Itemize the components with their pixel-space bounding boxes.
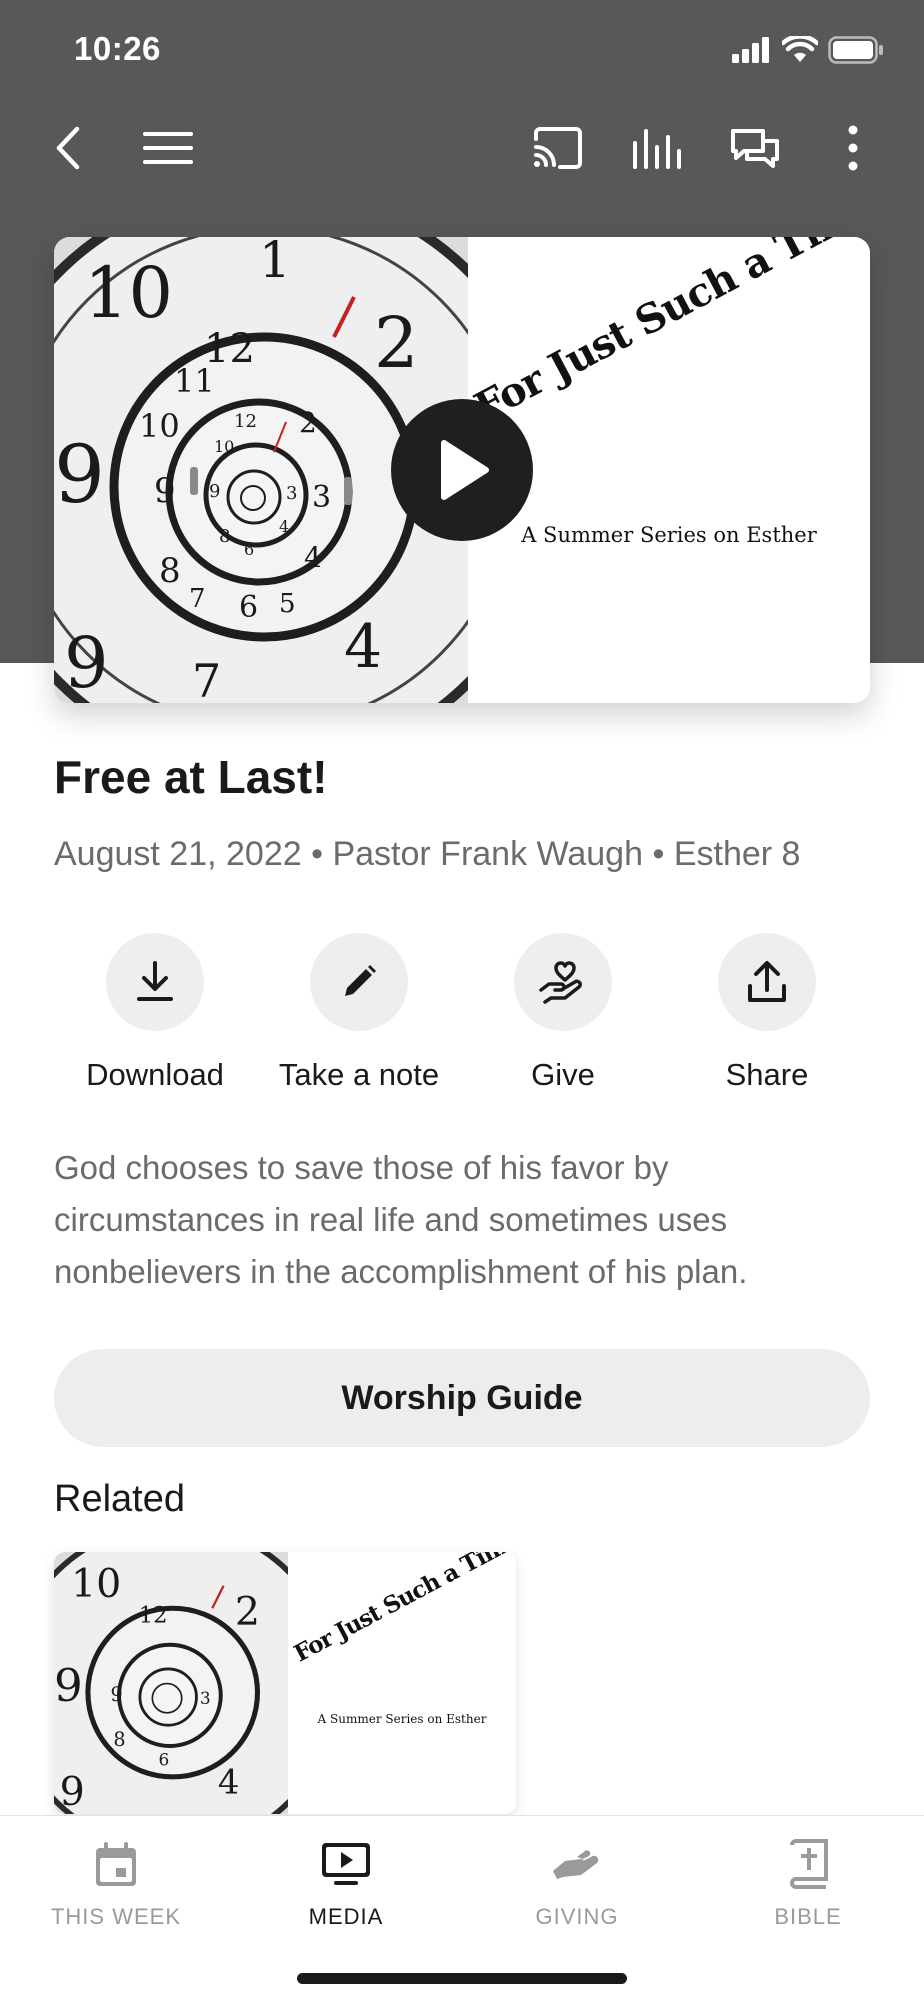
sermon-speaker: Pastor Frank Waugh bbox=[332, 835, 644, 873]
svg-text:4: 4 bbox=[344, 612, 382, 682]
svg-text:12: 12 bbox=[234, 411, 257, 432]
sermon-date: August 21, 2022 bbox=[54, 835, 302, 873]
svg-text:9: 9 bbox=[111, 1683, 123, 1706]
hand-heart-icon bbox=[539, 961, 582, 1004]
svg-text:9: 9 bbox=[60, 1769, 85, 1814]
menu-button[interactable] bbox=[130, 110, 206, 186]
sermon-media-card[interactable]: 10 9 9 7 4 2 1 12 11 10 9 8 7 6 5 4 3 2 … bbox=[54, 237, 870, 703]
series-title: For Just Such a Time as This! bbox=[466, 237, 870, 432]
giving-hand-icon bbox=[553, 1850, 599, 1879]
download-icon bbox=[137, 961, 173, 1001]
tab-label: MEDIA bbox=[308, 1904, 384, 1929]
more-button[interactable] bbox=[815, 110, 891, 186]
svg-text:7: 7 bbox=[189, 584, 206, 614]
spiral-clock-thumbnail: 10 9 9 4 2 12 9 8 6 3 bbox=[54, 1552, 288, 1814]
svg-text:9: 9 bbox=[209, 481, 220, 502]
svg-text:1: 1 bbox=[259, 237, 291, 289]
svg-text:9: 9 bbox=[154, 471, 176, 511]
download-label: Download bbox=[86, 1057, 224, 1092]
tab-bible[interactable]: BIBLE bbox=[708, 1836, 908, 1930]
battery-icon bbox=[828, 36, 883, 64]
take-note-button[interactable]: Take a note bbox=[259, 933, 459, 1093]
svg-text:8: 8 bbox=[113, 1728, 125, 1751]
tab-this-week[interactable]: THIS WEEK bbox=[16, 1836, 216, 1930]
tab-media[interactable]: MEDIA bbox=[246, 1836, 446, 1930]
svg-text:12: 12 bbox=[139, 1602, 168, 1628]
related-series-subtitle: A Summer Series on Esther bbox=[317, 1712, 487, 1726]
meta-separator: • bbox=[311, 835, 324, 873]
related-series-art: For Just Such a Time as This! A Summer S… bbox=[288, 1552, 516, 1814]
top-toolbar bbox=[0, 110, 924, 186]
audio-bars-icon bbox=[633, 129, 681, 169]
svg-text:7: 7 bbox=[192, 654, 221, 703]
worship-guide-button[interactable]: Worship Guide bbox=[54, 1349, 870, 1447]
svg-text:6: 6 bbox=[239, 590, 258, 625]
chevron-left-icon bbox=[56, 126, 80, 170]
cast-button[interactable] bbox=[520, 110, 596, 186]
audio-button[interactable] bbox=[619, 110, 695, 186]
svg-text:3: 3 bbox=[286, 483, 297, 504]
sermon-description: God chooses to save those of his favor b… bbox=[54, 1149, 748, 1290]
related-series-title: For Just Such a Time as This! bbox=[289, 1552, 516, 1668]
svg-text:2: 2 bbox=[299, 406, 317, 439]
take-note-label: Take a note bbox=[278, 1057, 440, 1092]
svg-text:8: 8 bbox=[159, 551, 181, 591]
share-label: Share bbox=[725, 1057, 809, 1092]
tab-label: THIS WEEK bbox=[50, 1904, 181, 1929]
bible-icon bbox=[790, 1839, 828, 1889]
more-vertical-icon bbox=[848, 125, 858, 171]
tab-label: GIVING bbox=[535, 1904, 619, 1929]
svg-text:9: 9 bbox=[54, 428, 105, 521]
status-bar: 10:26 bbox=[0, 0, 924, 100]
sermon-title: Free at Last! bbox=[54, 751, 328, 803]
give-button[interactable]: Give bbox=[463, 933, 663, 1093]
meta-separator: • bbox=[652, 835, 665, 873]
give-label: Give bbox=[531, 1057, 595, 1092]
tab-giving[interactable]: GIVING bbox=[477, 1836, 677, 1930]
share-button[interactable]: Share bbox=[667, 933, 867, 1093]
svg-text:9: 9 bbox=[54, 1659, 83, 1712]
svg-text:4: 4 bbox=[279, 517, 289, 536]
svg-text:10: 10 bbox=[214, 437, 234, 456]
series-subtitle: A Summer Series on Esther bbox=[521, 523, 817, 547]
wifi-icon bbox=[782, 36, 818, 62]
status-icons bbox=[732, 36, 884, 64]
svg-text:2: 2 bbox=[374, 302, 419, 384]
svg-text:6: 6 bbox=[244, 540, 254, 559]
svg-text:4: 4 bbox=[304, 541, 322, 574]
related-heading: Related bbox=[54, 1478, 185, 1520]
home-indicator bbox=[297, 1973, 627, 1984]
status-time: 10:26 bbox=[74, 30, 161, 67]
chat-bubbles-icon bbox=[731, 129, 779, 168]
calendar-icon bbox=[96, 1842, 136, 1886]
svg-text:2: 2 bbox=[235, 1589, 260, 1635]
svg-text:10: 10 bbox=[84, 252, 173, 334]
related-item[interactable]: 10 9 9 4 2 12 9 8 6 3 For Just Such a Ti… bbox=[54, 1552, 516, 1814]
sermon-meta: August 21, 2022 • Pastor Frank Waugh • E… bbox=[54, 835, 800, 874]
svg-text:10: 10 bbox=[71, 1561, 121, 1607]
cast-icon bbox=[534, 127, 582, 169]
pencil-icon bbox=[345, 965, 376, 996]
hamburger-icon bbox=[143, 132, 193, 164]
svg-text:11: 11 bbox=[174, 362, 215, 400]
svg-text:5: 5 bbox=[279, 589, 296, 619]
svg-text:9: 9 bbox=[64, 622, 109, 703]
cellular-signal-icon bbox=[732, 37, 769, 63]
tv-play-icon bbox=[322, 1843, 370, 1885]
share-icon bbox=[748, 961, 786, 1002]
chat-button[interactable] bbox=[717, 110, 793, 186]
svg-text:3: 3 bbox=[200, 1688, 211, 1708]
play-button[interactable] bbox=[391, 399, 533, 541]
svg-text:8: 8 bbox=[219, 526, 230, 547]
svg-text:3: 3 bbox=[312, 480, 331, 515]
sermon-passage: Esther 8 bbox=[673, 835, 801, 873]
play-icon bbox=[441, 440, 489, 500]
download-button[interactable]: Download bbox=[55, 933, 255, 1093]
svg-text:10: 10 bbox=[139, 407, 180, 445]
tab-label: BIBLE bbox=[774, 1904, 842, 1929]
svg-text:4: 4 bbox=[218, 1763, 240, 1802]
svg-text:6: 6 bbox=[159, 1750, 170, 1770]
back-button[interactable] bbox=[30, 110, 106, 186]
